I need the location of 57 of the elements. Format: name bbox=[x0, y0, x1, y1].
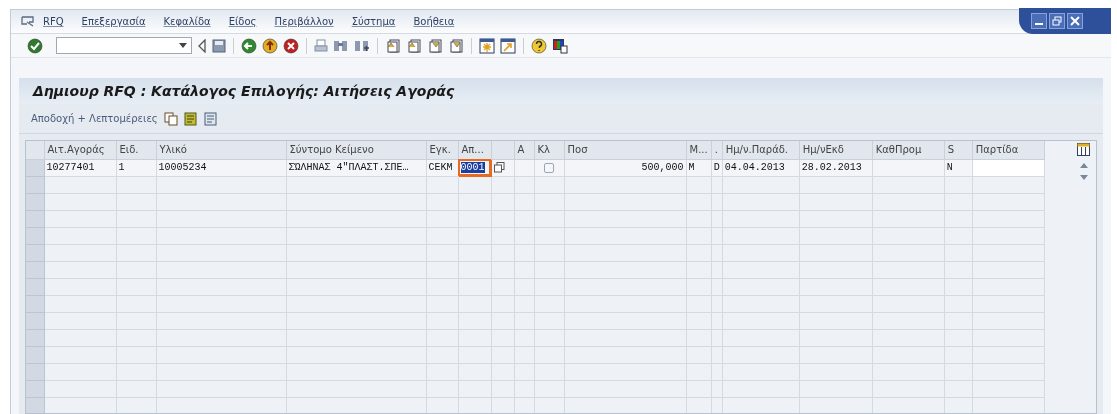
minimize-button[interactable] bbox=[1031, 13, 1047, 29]
dropdown-caret-icon[interactable] bbox=[179, 43, 187, 48]
column-header[interactable]: Αιτ.Αγοράς bbox=[44, 141, 116, 159]
menu-item[interactable]: RFQ bbox=[43, 14, 64, 29]
column-header[interactable]: Ποσ bbox=[564, 141, 686, 159]
print-icon[interactable] bbox=[314, 38, 328, 53]
confirm-icon[interactable] bbox=[27, 37, 43, 54]
scroll-down-icon[interactable] bbox=[1080, 175, 1088, 180]
menu-item[interactable]: Κεφαλίδα bbox=[163, 14, 211, 29]
last-page-icon[interactable] bbox=[448, 37, 464, 54]
column-header[interactable]: Μ... bbox=[686, 141, 712, 159]
copy-icon[interactable] bbox=[493, 162, 505, 173]
column-header[interactable]: Ημ/νΕκδ bbox=[799, 141, 873, 159]
new-session-icon[interactable] bbox=[479, 37, 495, 54]
column-layout-icon[interactable] bbox=[1077, 143, 1090, 156]
shortcut-icon[interactable] bbox=[500, 37, 516, 54]
column-header[interactable]: ΚαθΠρομ bbox=[872, 141, 945, 159]
save-icon[interactable] bbox=[212, 38, 226, 53]
menu-item[interactable]: Είδος bbox=[228, 14, 257, 29]
table-cell: D bbox=[711, 159, 723, 176]
copy-icon[interactable] bbox=[163, 111, 178, 126]
menu-item[interactable]: Περιβάλλον bbox=[274, 14, 334, 29]
column-header[interactable]: Κλ bbox=[534, 141, 564, 159]
column-header[interactable]: Ημ/ν.Παράδ. bbox=[722, 141, 800, 159]
column-header[interactable]: Παρτίδα bbox=[972, 141, 1045, 159]
column-header[interactable]: Α bbox=[514, 141, 534, 159]
first-page-icon[interactable] bbox=[385, 37, 401, 54]
exit-icon[interactable] bbox=[262, 37, 278, 54]
menu-icon[interactable] bbox=[21, 15, 35, 28]
close-button[interactable] bbox=[1067, 13, 1083, 29]
find-icon[interactable] bbox=[333, 38, 349, 53]
screen-title: Δημιουρ RFQ : Κατάλογος Επιλογής: Αιτήσεις Αγοράς bbox=[33, 81, 455, 101]
column-header[interactable]: Εγκ. bbox=[426, 141, 458, 159]
menu-item[interactable]: Σύστημα bbox=[351, 14, 396, 29]
list-icon[interactable] bbox=[183, 111, 198, 126]
checkbox[interactable] bbox=[544, 162, 554, 173]
help-icon[interactable] bbox=[531, 37, 547, 54]
column-header[interactable]: Ειδ. bbox=[116, 141, 156, 159]
accept-details-button[interactable]: Αποδοχή + Λεπτομέρειες bbox=[31, 111, 158, 126]
previous-page-icon[interactable] bbox=[406, 37, 422, 54]
command-field[interactable] bbox=[56, 37, 192, 54]
column-header[interactable]: Υλικό bbox=[156, 141, 286, 159]
cancel-icon[interactable] bbox=[283, 37, 299, 54]
next-page-icon[interactable] bbox=[427, 37, 443, 54]
cell-input[interactable]: 0001 bbox=[460, 162, 485, 173]
menu-item[interactable]: Επεξεργασία bbox=[81, 14, 146, 29]
column-header[interactable]: . bbox=[711, 141, 723, 159]
layout-icon[interactable] bbox=[552, 37, 568, 54]
column-header[interactable]: Σύντομο Κείμενο bbox=[286, 141, 426, 159]
find-next-icon[interactable] bbox=[354, 38, 370, 53]
column-header[interactable]: S bbox=[944, 141, 973, 159]
back-icon[interactable] bbox=[241, 37, 257, 54]
document-icon[interactable] bbox=[203, 111, 218, 126]
menu-item[interactable]: Βοήθεια bbox=[413, 14, 455, 29]
back-triangle-icon[interactable] bbox=[197, 38, 207, 53]
scroll-up-icon[interactable] bbox=[1080, 163, 1088, 168]
restore-button[interactable] bbox=[1049, 13, 1065, 29]
